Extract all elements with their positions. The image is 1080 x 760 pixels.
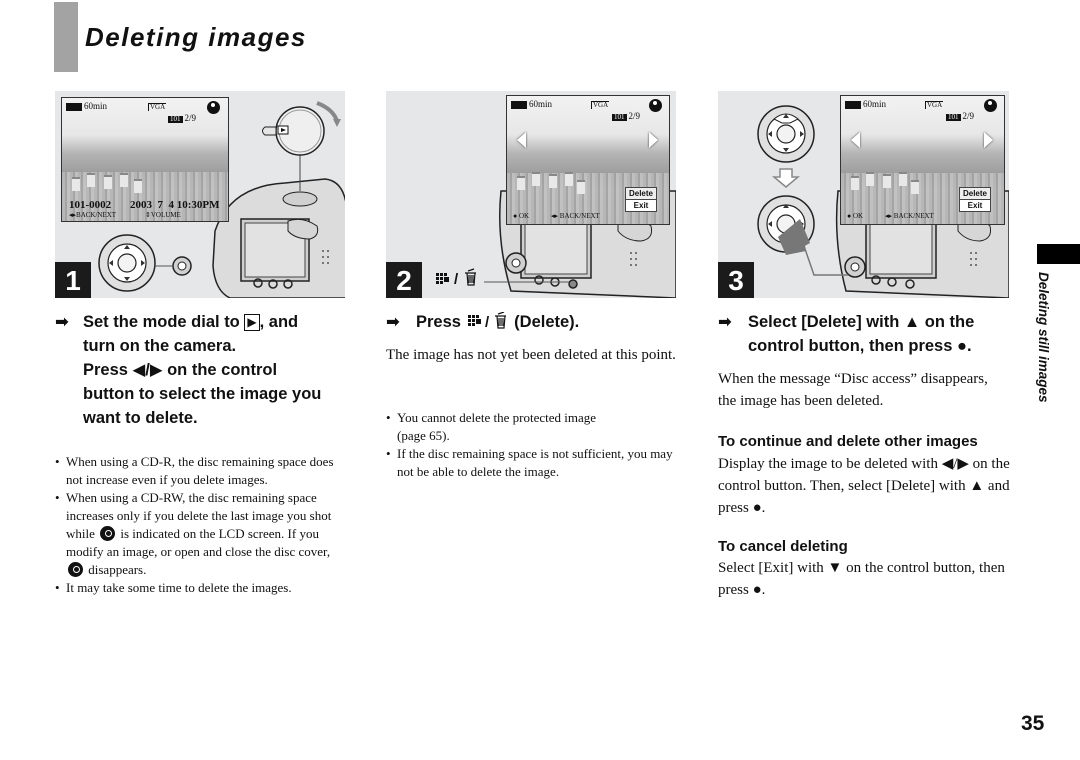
folder-icon: 101	[168, 115, 183, 123]
svg-text:/: /	[454, 271, 459, 288]
cancel-deleting-body: Select [Exit] with ▼ on the control butt…	[718, 560, 1005, 598]
note-item: When using a CD-RW, the disc remaining s…	[55, 489, 345, 579]
cd-rw-disc-icon	[100, 526, 116, 541]
step-1-instruction: ➡ Set the mode dial to ▶, and turn on th…	[55, 310, 355, 430]
back-next-hint: ◂▸BACK/NEXT	[69, 211, 117, 219]
step-number-3: 3	[718, 262, 754, 298]
folder-icon: 101	[612, 113, 627, 121]
previous-arrow-icon[interactable]	[517, 132, 526, 148]
back-next-hint: ◂▸ BACK/NEXT	[551, 212, 600, 220]
section-label: Deleting still images	[1036, 272, 1051, 403]
arrow-right-icon: ➡	[386, 313, 400, 331]
exit-option[interactable]: Exit	[959, 199, 991, 212]
back-next-hint: ◂▸ BACK/NEXT	[885, 212, 934, 220]
battery-indicator: 60min	[845, 100, 886, 109]
continue-deleting-body: Display the image to be deleted with ◀/▶…	[718, 456, 1010, 516]
index-trash-icon: /	[467, 311, 506, 331]
cd-rw-disc-icon	[68, 562, 83, 577]
cancel-deleting-heading: To cancel deleting	[718, 538, 848, 555]
step-3-body: When the message “Disc access” disappear…	[718, 371, 988, 409]
image-size-indicator: VGA	[591, 101, 610, 109]
image-counter: 101 2/9	[612, 111, 641, 121]
folder-icon: 101	[946, 113, 961, 121]
title-accent-bar	[54, 2, 78, 72]
volume-hint: ⇕VOLUME	[145, 211, 181, 219]
disc-status-icon	[984, 99, 997, 112]
battery-icon	[845, 100, 861, 109]
sequence-arrow-icon	[771, 168, 801, 188]
battery-icon	[511, 100, 527, 109]
mode-dial-base	[282, 191, 318, 207]
section-tab-marker	[1037, 244, 1080, 264]
page-number: 35	[1021, 712, 1045, 735]
page-title: Deleting images	[85, 22, 307, 52]
step-2-notes: You cannot delete the protected image (p…	[386, 409, 678, 481]
continue-deleting-heading: To continue and delete other images	[718, 433, 978, 450]
battery-indicator: 60min	[511, 100, 552, 109]
note-item: You cannot delete the protected image (p…	[386, 409, 678, 445]
lcd-screen-playback: 60min VGA 101 2/9 101-0002 2003 7 4 10:30…	[61, 97, 229, 222]
step-number-2: 2	[386, 262, 422, 298]
arrow-right-icon: ➡	[55, 313, 69, 331]
svg-text:/: /	[485, 314, 490, 330]
note-item: It may take some time to delete the imag…	[55, 579, 345, 597]
next-arrow-icon[interactable]	[984, 132, 993, 148]
battery-indicator: 60min	[66, 102, 107, 111]
delete-button-highlight	[568, 279, 578, 289]
ok-hint: ● OK	[847, 212, 864, 220]
image-size-indicator: VGA	[148, 103, 167, 111]
image-size-indicator: VGA	[925, 101, 944, 109]
previous-arrow-icon[interactable]	[851, 132, 860, 148]
lcd-screen-delete-menu: 60min VGA 101 2/9 Delete Exit ● OK ◂▸ BAC…	[506, 95, 670, 225]
control-button-icon	[98, 234, 156, 292]
next-arrow-icon[interactable]	[649, 132, 658, 148]
index-trash-icon: /	[436, 268, 476, 288]
step-1-illustration: 60min VGA 101 2/9 101-0002 2003 7 4 10:30…	[55, 91, 345, 298]
recording-date: 2003 7 4 10:30PM	[130, 199, 220, 211]
step-2-illustration: 60min VGA 101 2/9 Delete Exit ● OK ◂▸ BAC…	[386, 91, 676, 298]
step-2-body: The image has not yet been deleted at th…	[386, 347, 676, 363]
step-3-illustration: 60min VGA 101 2/9 Delete Exit ● OK ◂▸ BAC…	[718, 91, 1009, 298]
step-3-instruction: ➡ Select [Delete] with ▲ on the control …	[718, 310, 1018, 358]
note-item: When using a CD-R, the disc remaining sp…	[55, 453, 345, 489]
step-2-instruction: ➡ Press / (Delete).	[386, 310, 686, 334]
arrow-right-icon: ➡	[718, 313, 732, 331]
step-number-1: 1	[55, 262, 91, 298]
step-1-notes: When using a CD-R, the disc remaining sp…	[55, 453, 345, 597]
disc-status-icon	[649, 99, 662, 112]
image-counter: 101 2/9	[946, 111, 975, 121]
disc-status-icon	[207, 101, 220, 114]
image-counter: 101 2/9	[168, 113, 197, 123]
note-item: If the disc remaining space is not suffi…	[386, 445, 678, 481]
lcd-screen-delete-menu: 60min VGA 101 2/9 Delete Exit ● OK ◂▸ BAC…	[840, 95, 1005, 225]
exit-option[interactable]: Exit	[625, 199, 657, 212]
control-button-up-icon	[757, 105, 815, 163]
battery-icon	[66, 102, 82, 111]
playback-mode-icon: ▶	[244, 314, 260, 331]
ok-hint: ● OK	[513, 212, 530, 220]
file-number: 101-0002	[69, 199, 112, 211]
